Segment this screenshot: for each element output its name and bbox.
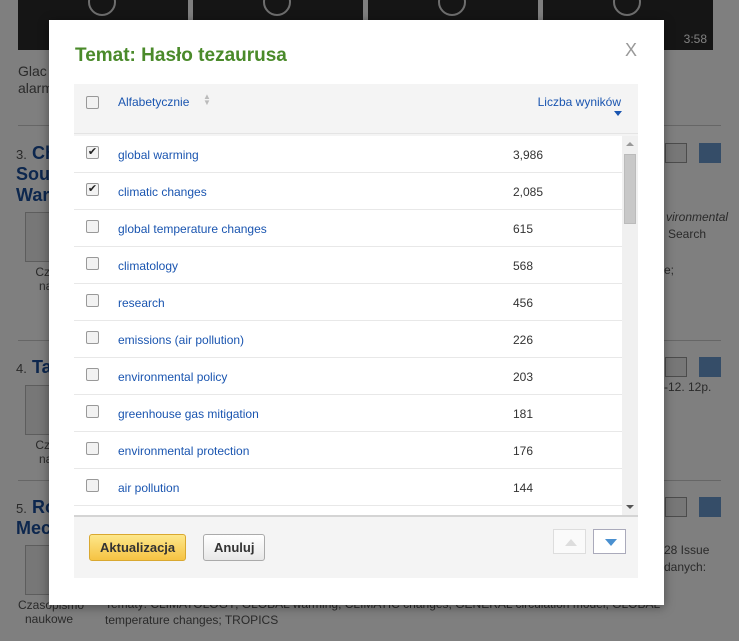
facet-checkbox[interactable]: ✔: [86, 183, 99, 196]
facet-checkbox[interactable]: [86, 220, 99, 233]
facet-checkbox[interactable]: ✔: [86, 146, 99, 159]
facet-count: 144: [513, 481, 534, 495]
facet-count: 181: [513, 407, 534, 421]
facet-row: air pollution 144: [74, 469, 622, 506]
facet-row: global temperature changes 615: [74, 210, 622, 247]
facet-row: emissions (air pollution) 226: [74, 321, 622, 358]
scrollbar[interactable]: [622, 136, 638, 515]
sort-count-link[interactable]: Liczba wyników: [538, 95, 621, 109]
facet-checkbox[interactable]: [86, 442, 99, 455]
arrow-up-icon: [565, 539, 577, 546]
page-down-button[interactable]: [593, 529, 626, 554]
facet-checkbox[interactable]: [86, 257, 99, 270]
facet-count: 2,085: [513, 185, 544, 199]
facet-count: 226: [513, 333, 534, 347]
facet-row: climatology 568: [74, 247, 622, 284]
sort-icon: ▲ ▼: [203, 92, 211, 107]
facet-label[interactable]: environmental protection: [118, 444, 249, 458]
facet-panel: Alfabetycznie ▲ ▼ Liczba wyników air poll…: [74, 84, 638, 578]
facet-label[interactable]: air pollution: [118, 481, 179, 495]
facet-checkbox[interactable]: [86, 294, 99, 307]
select-all-checkbox[interactable]: [86, 96, 99, 109]
scrollbar-thumb[interactable]: [624, 154, 636, 224]
cancel-button[interactable]: Anuluj: [203, 534, 266, 561]
facet-checkbox[interactable]: [86, 479, 99, 492]
facet-count: 176: [513, 444, 534, 458]
facet-label[interactable]: global warming: [118, 148, 199, 162]
modal-footer: Aktualizacja Anuluj: [74, 515, 638, 578]
scroll-down-arrow[interactable]: [626, 505, 634, 509]
facet-count: 3,986: [513, 148, 544, 162]
facet-row: environmental policy 203: [74, 358, 622, 395]
facet-label[interactable]: global temperature changes: [118, 222, 267, 236]
facet-list: air pollution 144 environmental protection…: [74, 136, 638, 515]
facet-label[interactable]: emissions (air pollution): [118, 333, 244, 347]
sort-alphabetical-link[interactable]: Alfabetycznie: [118, 95, 189, 109]
facet-row: greenhouse gas mitigation 181: [74, 395, 622, 432]
facet-label[interactable]: climatology: [118, 259, 178, 273]
facet-checkbox[interactable]: [86, 368, 99, 381]
facet-label[interactable]: greenhouse gas mitigation: [118, 407, 259, 421]
modal-title: Temat: Hasło tezaurusa: [75, 45, 287, 66]
scroll-up-arrow[interactable]: [626, 142, 634, 146]
list-header: Alfabetycznie ▲ ▼ Liczba wyników: [74, 84, 638, 134]
facet-row: environmental protection 176: [74, 432, 622, 469]
facet-row: ✔ climatic changes 2,085: [74, 173, 622, 210]
close-button[interactable]: X: [625, 40, 637, 61]
facet-count: 568: [513, 259, 534, 273]
facet-count: 203: [513, 370, 534, 384]
facet-row: research 456: [74, 284, 622, 321]
facet-count: 615: [513, 222, 534, 236]
facet-label[interactable]: climatic changes: [118, 185, 207, 199]
update-button[interactable]: Aktualizacja: [89, 534, 187, 561]
page-up-button[interactable]: [553, 529, 586, 554]
facet-count: 456: [513, 296, 534, 310]
facet-label[interactable]: environmental policy: [118, 370, 227, 384]
facet-checkbox[interactable]: [86, 405, 99, 418]
sort-desc-icon: [614, 111, 622, 116]
facet-row: ✔ global warming 3,986: [74, 136, 622, 173]
thesaurus-modal: Temat: Hasło tezaurusa X Alfabetycznie ▲…: [49, 20, 664, 605]
facet-label[interactable]: research: [118, 296, 165, 310]
facet-checkbox[interactable]: [86, 331, 99, 344]
arrow-down-icon: [605, 539, 617, 546]
